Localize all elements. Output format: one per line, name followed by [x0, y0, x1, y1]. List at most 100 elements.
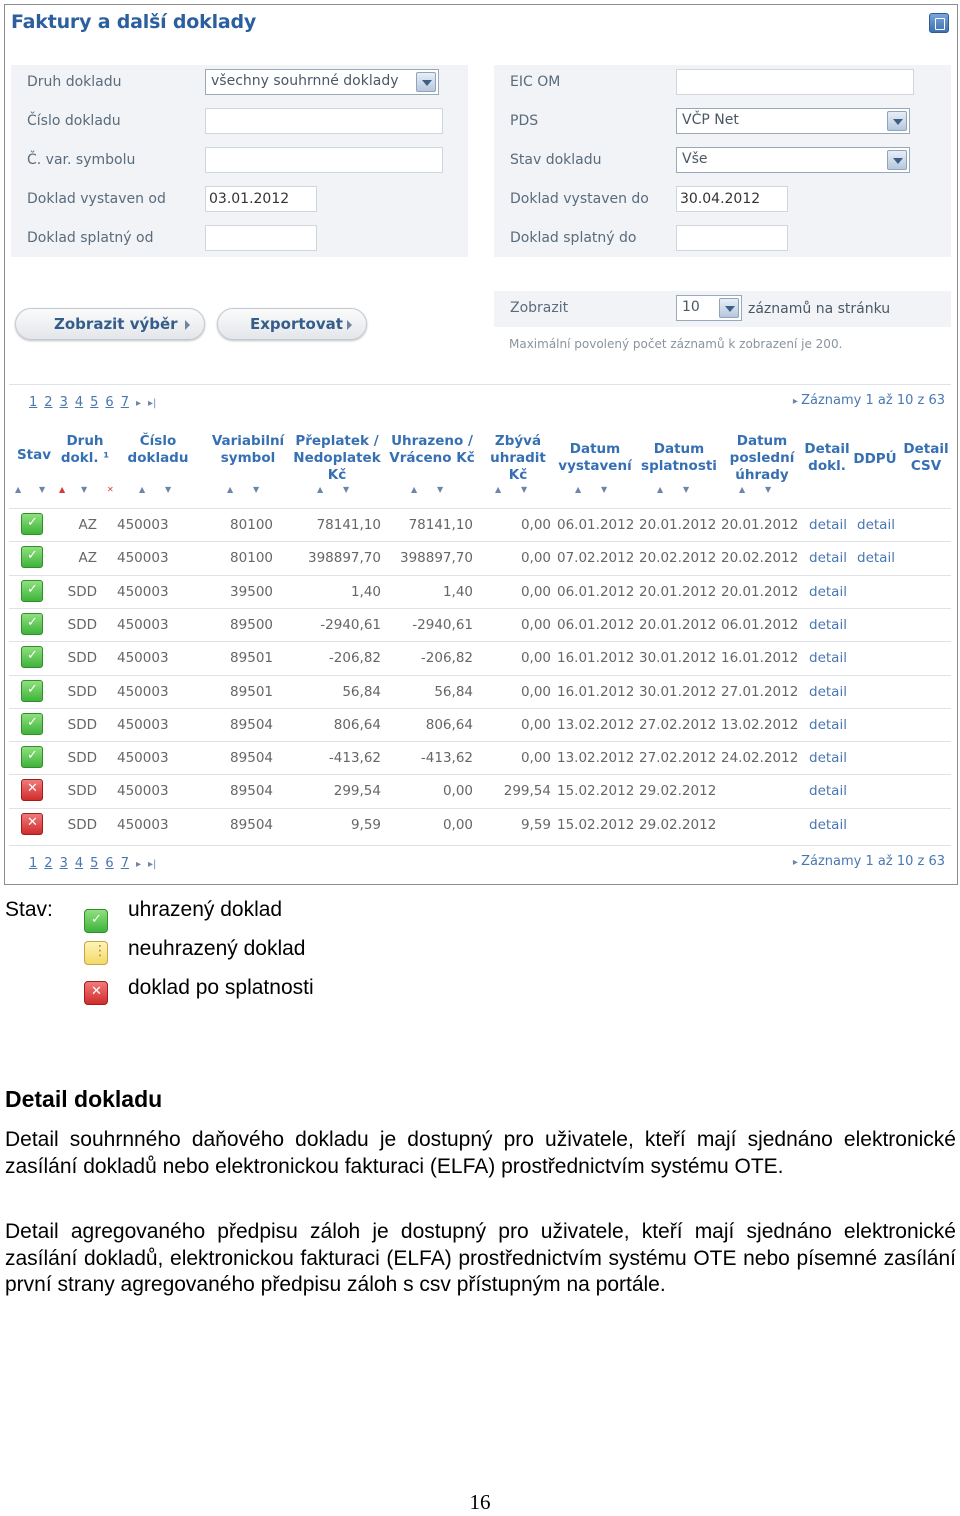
- sort-asc-icon[interactable]: ▲: [575, 485, 581, 494]
- chevron-down-icon[interactable]: [719, 298, 739, 318]
- col-header-status[interactable]: Stav: [11, 447, 57, 464]
- ddpu-link[interactable]: detail: [857, 550, 897, 566]
- table-row: SDD 450003 89501 56,84 56,84 0,00 16.01.201230…: [9, 674, 951, 708]
- doc-type-select[interactable]: všechny souhrnné doklady: [205, 69, 439, 95]
- legend-text-unpaid: neuhrazený doklad: [128, 937, 306, 960]
- sort-desc-icon[interactable]: ▼: [39, 485, 45, 494]
- cell-doc-number: 450003: [117, 616, 169, 633]
- sort-desc-icon[interactable]: ▼: [601, 485, 607, 494]
- col-header-doc-type[interactable]: Druh dokl. ¹: [57, 433, 113, 467]
- filter-label: EIC OM: [510, 74, 561, 90]
- page-link[interactable]: 3: [60, 395, 68, 410]
- page-link[interactable]: 4: [75, 395, 83, 410]
- overdue-icon: [21, 779, 43, 802]
- print-icon[interactable]: [929, 13, 949, 33]
- eic-input[interactable]: [676, 69, 914, 95]
- cell-remaining: 0,00: [520, 616, 551, 633]
- last-page-icon[interactable]: ▸|: [148, 398, 156, 409]
- doc-state-select[interactable]: Vše: [676, 147, 910, 173]
- detail-link[interactable]: detail: [809, 517, 849, 533]
- cell-last-payment: 06.01.2012: [721, 616, 799, 633]
- col-header-due[interactable]: Datum splatnosti: [639, 441, 719, 475]
- next-page-icon[interactable]: ▸: [136, 859, 141, 870]
- due-from-input[interactable]: [205, 225, 317, 251]
- page-link[interactable]: 5: [90, 395, 98, 410]
- issued-from-input[interactable]: 03.01.2012: [205, 186, 317, 212]
- col-header-issued[interactable]: Datum vystavení: [557, 441, 633, 475]
- doc-number-input[interactable]: [205, 108, 443, 134]
- detail-link[interactable]: detail: [809, 783, 849, 799]
- sort-desc-icon[interactable]: ▼: [343, 485, 349, 494]
- page-link[interactable]: 6: [105, 395, 113, 410]
- col-header-last-payment[interactable]: Datum poslední úhrady: [725, 433, 799, 484]
- last-page-icon[interactable]: ▸|: [148, 859, 156, 870]
- cell-overpayment: -413,62: [328, 750, 381, 767]
- export-button[interactable]: Exportovat: [217, 308, 367, 340]
- col-header-paid[interactable]: Uhrazeno / Vráceno Kč: [387, 433, 477, 467]
- sort-desc-icon[interactable]: ▼: [521, 485, 527, 494]
- table-row: SDD450003395001,401,400,0006.01.201220.0…: [9, 574, 951, 608]
- legend-text-paid: uhrazený doklad: [128, 898, 283, 921]
- sort-desc-icon[interactable]: ▼: [683, 485, 689, 494]
- sort-asc-icon[interactable]: ▲: [495, 485, 501, 494]
- detail-link[interactable]: detail: [809, 650, 849, 666]
- detail-link[interactable]: detail: [809, 717, 849, 733]
- chevron-down-icon[interactable]: [887, 150, 907, 170]
- next-page-icon[interactable]: ▸: [136, 398, 141, 409]
- sort-asc-icon[interactable]: ▲: [317, 485, 323, 494]
- cell-doc-type: SDD: [67, 716, 97, 733]
- page-link[interactable]: 6: [105, 856, 113, 871]
- detail-link[interactable]: detail: [809, 684, 849, 700]
- page-link[interactable]: 7: [121, 395, 129, 410]
- issued-to-input[interactable]: 30.04.2012: [676, 186, 788, 212]
- detail-link[interactable]: detail: [809, 817, 849, 833]
- chevron-down-icon[interactable]: [416, 72, 436, 92]
- col-header-var-symbol[interactable]: Variabilní symbol: [207, 433, 289, 467]
- sort-desc-icon[interactable]: ▼: [253, 485, 259, 494]
- cell-issued: 06.01.2012: [557, 583, 635, 600]
- chevron-down-icon[interactable]: [887, 111, 907, 131]
- filter-label: Doklad splatný od: [27, 230, 154, 246]
- sort-asc-icon[interactable]: ▲: [59, 485, 65, 494]
- detail-link[interactable]: detail: [809, 584, 849, 600]
- page-link[interactable]: 3: [60, 856, 68, 871]
- cell-var-symbol: 89500: [230, 616, 273, 633]
- page-link[interactable]: 1: [29, 856, 37, 871]
- page-link[interactable]: 2: [44, 395, 52, 410]
- detail-link[interactable]: detail: [809, 750, 849, 766]
- show-selection-button[interactable]: Zobrazit výběr: [15, 308, 205, 340]
- clear-sort-icon[interactable]: ✕: [107, 485, 114, 494]
- page-link[interactable]: 1: [29, 395, 37, 410]
- cell-remaining: 0,00: [520, 650, 551, 667]
- arrow-right-icon: [347, 320, 352, 330]
- sort-asc-icon[interactable]: ▲: [139, 485, 145, 494]
- sort-desc-icon[interactable]: ▼: [81, 485, 87, 494]
- detail-link[interactable]: detail: [809, 550, 849, 566]
- cell-due: 30.01.2012: [639, 650, 717, 667]
- cell-overpayment: 56,84: [342, 683, 381, 700]
- sort-asc-icon[interactable]: ▲: [227, 485, 233, 494]
- col-header-overpayment[interactable]: Přeplatek / Nedoplatek Kč: [291, 433, 383, 484]
- page-link[interactable]: 7: [121, 856, 129, 871]
- col-header-remaining[interactable]: Zbývá uhradit Kč: [487, 433, 549, 484]
- sort-asc-icon[interactable]: ▲: [15, 485, 21, 494]
- sort-desc-icon[interactable]: ▼: [437, 485, 443, 494]
- pds-select[interactable]: VČP Net: [676, 108, 910, 134]
- col-header-doc-number[interactable]: Číslo dokladu: [121, 433, 195, 467]
- page-link[interactable]: 5: [90, 856, 98, 871]
- due-to-input[interactable]: [676, 225, 788, 251]
- page-link[interactable]: 4: [75, 856, 83, 871]
- ddpu-link[interactable]: detail: [857, 517, 897, 533]
- detail-link[interactable]: detail: [809, 617, 849, 633]
- sort-asc-icon[interactable]: ▲: [657, 485, 663, 494]
- sort-desc-icon[interactable]: ▼: [165, 485, 171, 494]
- paid-icon: [21, 579, 43, 602]
- table-row: SDD 450003 89501 -206,82 -206,82 0,00 16.01.20…: [9, 641, 951, 675]
- per-page-select[interactable]: 10: [676, 295, 742, 321]
- page-link[interactable]: 2: [44, 856, 52, 871]
- sort-asc-icon[interactable]: ▲: [411, 485, 417, 494]
- sort-asc-icon[interactable]: ▲: [739, 485, 745, 494]
- var-symbol-input[interactable]: [205, 147, 443, 173]
- unpaid-icon: [84, 941, 108, 965]
- sort-desc-icon[interactable]: ▼: [765, 485, 771, 494]
